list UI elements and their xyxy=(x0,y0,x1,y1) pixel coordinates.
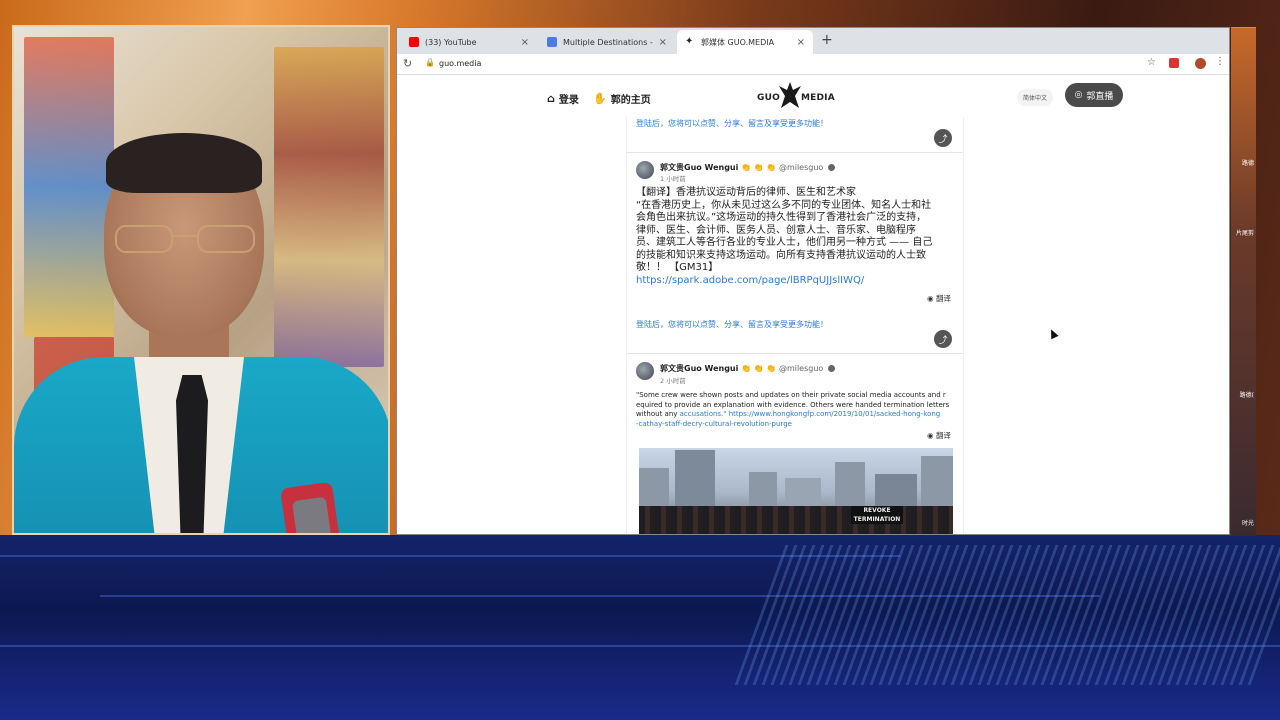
hand-icon: ✋ xyxy=(593,92,607,105)
login-hint-link[interactable]: 登陆后，您将可以点赞、分享、留言及享受更多功能！ xyxy=(636,319,828,330)
logo-text-right: MEDIA xyxy=(801,93,835,103)
post-author[interactable]: 郭文贵Guo Wengui 👏 👏 👏 @milesguo xyxy=(660,363,836,374)
phone xyxy=(280,481,340,533)
nav-home[interactable]: ✋ 郭的主页 xyxy=(593,91,651,106)
clap-emojis: 👏 👏 👏 xyxy=(741,163,777,172)
desktop-label[interactable]: 路德( xyxy=(1240,390,1254,399)
address-bar: ↻ 🔒 guo.media ☆ ⋮ xyxy=(397,54,1229,75)
site-header: ⌂ 登录 ✋ 郭的主页 GUO MEDIA 简体中文 ◎ 郭直播 xyxy=(397,75,1229,118)
close-icon[interactable]: × xyxy=(797,37,805,48)
language-button[interactable]: 简体中文 xyxy=(1017,89,1054,106)
desktop-strip: 路德 片尾剪 路德( 时光 xyxy=(1231,27,1256,536)
post-link[interactable]: accusations." https://www.hongkongfp.com… xyxy=(680,410,941,418)
host-video xyxy=(12,25,390,535)
close-icon[interactable]: × xyxy=(521,37,529,48)
author-handle: @milesguo xyxy=(778,163,824,172)
live-icon: ◎ xyxy=(1074,90,1083,100)
glasses-icon xyxy=(115,225,255,253)
post-text: "Some crew were shown posts and updates … xyxy=(636,391,956,429)
post-image[interactable]: REVOKE TERMINATION xyxy=(639,448,953,534)
eagle-icon: ✦ xyxy=(685,36,694,47)
post-text: 【翻译】香港抗议运动背后的律师、医生和艺术家 “在香港历史上，你从未见过这么多不… xyxy=(636,187,956,287)
translate-button[interactable]: ◉ 翻译 xyxy=(927,430,951,441)
desktop-label[interactable]: 时光 xyxy=(1242,518,1254,527)
lock-icon[interactable]: 🔒 xyxy=(425,58,435,67)
desktop-label[interactable]: 路德 xyxy=(1242,158,1254,167)
app-icon xyxy=(547,37,557,47)
kebab-menu-icon[interactable]: ⋮ xyxy=(1215,56,1225,67)
tab-guo-media[interactable]: ✦ 郭媒体 GUO.MEDIA × xyxy=(677,30,813,54)
page-content: 登陆后，您将可以点赞、分享、留言及享受更多功能！ ⤴ 郭文贵Guo Wengui… xyxy=(397,117,1229,534)
desktop-label[interactable]: 片尾剪 xyxy=(1236,228,1254,237)
mouse-cursor xyxy=(1047,327,1059,340)
guo-media-logo[interactable]: GUO MEDIA xyxy=(755,80,835,112)
tab-multiple-destinations[interactable]: Multiple Destinations - Freedo × xyxy=(539,30,675,54)
eagle-icon xyxy=(779,82,801,108)
post-time: 2 小时前 xyxy=(660,377,686,385)
nav-home-label: 郭的主页 xyxy=(610,95,651,106)
tab-strip: (33) YouTube × Multiple Destinations - F… xyxy=(397,28,1229,54)
protest-banner: REVOKE TERMINATION xyxy=(851,506,903,524)
tab-label: 郭媒体 GUO.MEDIA xyxy=(701,37,775,47)
share-icon[interactable]: ⤴ xyxy=(934,129,952,147)
url-field[interactable]: guo.media xyxy=(439,59,481,68)
post-link[interactable]: https://spark.adobe.com/page/lBRPqUJJslI… xyxy=(636,275,956,288)
live-button[interactable]: ◎ 郭直播 xyxy=(1065,83,1123,107)
broadcast-lower-background xyxy=(0,535,1280,720)
new-tab-button[interactable]: + xyxy=(821,32,833,48)
feed: 登陆后，您将可以点赞、分享、留言及享受更多功能！ ⤴ 郭文贵Guo Wengui… xyxy=(626,117,964,534)
share-icon[interactable]: ⤴ xyxy=(934,330,952,348)
youtube-icon xyxy=(409,37,419,47)
bookmark-star-icon[interactable]: ☆ xyxy=(1147,57,1156,68)
clap-emojis: 👏 👏 👏 xyxy=(741,364,777,373)
verified-icon xyxy=(828,365,836,372)
extension-icon[interactable] xyxy=(1169,58,1179,68)
nav-login-label: 登录 xyxy=(558,95,579,106)
author-handle: @milesguo xyxy=(778,364,824,373)
avatar[interactable] xyxy=(636,362,654,380)
live-button-label: 郭直播 xyxy=(1086,91,1114,102)
post-author[interactable]: 郭文贵Guo Wengui 👏 👏 👏 @milesguo xyxy=(660,162,836,173)
nav-login[interactable]: ⌂ 登录 xyxy=(547,91,579,106)
translate-button[interactable]: ◉ 翻译 xyxy=(927,293,951,304)
login-icon: ⌂ xyxy=(547,92,555,105)
post-link[interactable]: -cathay-staff-decry-cultural-revolution-… xyxy=(636,420,956,430)
browser-window: (33) YouTube × Multiple Destinations - F… xyxy=(396,27,1230,535)
avatar[interactable] xyxy=(636,161,654,179)
tab-label: Multiple Destinations - Freedo xyxy=(563,37,653,47)
close-icon[interactable]: × xyxy=(659,37,667,48)
reload-icon[interactable]: ↻ xyxy=(403,57,412,70)
verified-icon xyxy=(828,164,836,171)
globe-icon: ◉ xyxy=(927,294,934,303)
post-time: 1 小时前 xyxy=(660,175,686,183)
tab-youtube[interactable]: (33) YouTube × xyxy=(401,30,537,54)
globe-icon: ◉ xyxy=(927,431,934,440)
author-name: 郭文贵Guo Wengui xyxy=(660,364,739,373)
profile-avatar[interactable] xyxy=(1195,58,1206,69)
login-hint-link[interactable]: 登陆后，您将可以点赞、分享、留言及享受更多功能！ xyxy=(636,118,828,129)
tab-label: (33) YouTube xyxy=(425,37,477,47)
author-name: 郭文贵Guo Wengui xyxy=(660,163,739,172)
